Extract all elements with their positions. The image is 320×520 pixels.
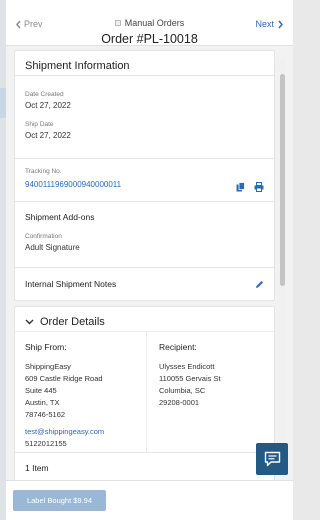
header-title-block: Manual Orders Order #PL-10018: [6, 13, 293, 46]
date-created-label: Date Created: [25, 91, 64, 98]
scrollbar-thumb[interactable]: [280, 74, 285, 286]
scrollbar[interactable]: [279, 60, 286, 460]
panel-header: Prev Manual Orders Order #PL-10018 Next: [6, 0, 293, 46]
internal-notes-row[interactable]: Internal Shipment Notes: [15, 268, 274, 300]
order-details-card: Order Details Ship From: ShippingEasy 60…: [14, 306, 275, 480]
order-details-header[interactable]: Order Details: [15, 307, 274, 332]
pencil-icon[interactable]: [255, 280, 264, 289]
scroll-content: Shipment Information Date Created Oct 27…: [14, 46, 275, 480]
date-created-field: Date Created Oct 27, 2022: [15, 76, 274, 110]
address-line: ShippingEasy: [25, 362, 71, 371]
panel-footer: Label Bought $9.94: [6, 480, 293, 520]
chat-icon: [264, 451, 280, 467]
ship-from-label: Ship From:: [25, 342, 67, 352]
address-line: 110055 Gervais St: [159, 374, 221, 383]
copy-icon[interactable]: [236, 182, 245, 192]
ship-from-contact: test@shippingeasy.com 5122012155: [25, 426, 146, 450]
next-label: Next: [255, 19, 274, 29]
addresses-row: Ship From: ShippingEasy 609 Castle Ridge…: [15, 332, 274, 452]
label-bought-button[interactable]: Label Bought $9.94: [13, 490, 106, 511]
print-icon[interactable]: [254, 182, 264, 192]
internal-notes-title: Internal Shipment Notes: [25, 279, 117, 289]
chat-button[interactable]: [256, 443, 288, 475]
ship-from-phone: 5122012155: [25, 439, 67, 448]
address-line: 609 Castle Ridge Road: [25, 374, 103, 383]
order-source-label: Manual Orders: [124, 18, 185, 28]
address-line: 29208-0001: [159, 398, 200, 407]
tracking-number-link[interactable]: 9400111969000940000011: [25, 180, 264, 189]
address-line: Columbia, SC: [159, 386, 206, 395]
order-details-title: Order Details: [40, 316, 105, 328]
recipient-address: Ulysses Endicott 110055 Gervais St Colum…: [159, 361, 221, 409]
ship-date-field: Ship Date Oct 27, 2022: [15, 110, 274, 158]
chevron-down-icon: [25, 319, 34, 325]
shipment-card-title: Shipment Information: [25, 60, 130, 72]
order-source: Manual Orders: [114, 18, 185, 28]
shipment-addons-section: Shipment Add-ons Confirmation Adult Sign…: [15, 202, 274, 267]
address-line: Ulysses Endicott: [159, 362, 215, 371]
confirmation-value: Adult Signature: [25, 243, 80, 252]
shipment-addons-title: Shipment Add-ons: [25, 212, 95, 222]
address-line: 78746-5162: [25, 410, 66, 419]
address-line: Suite 445: [25, 386, 57, 395]
tracking-label: Tracking No.: [25, 168, 62, 175]
shipment-information-card: Shipment Information Date Created Oct 27…: [14, 50, 275, 301]
shipment-card-header: Shipment Information: [15, 51, 274, 76]
ship-date-label: Ship Date: [25, 121, 54, 128]
tracking-field: Tracking No. 9400111969000940000011: [15, 159, 274, 201]
order-title: Order #PL-10018: [101, 32, 198, 46]
source-icon: [114, 20, 121, 26]
ship-from-email-link[interactable]: test@shippingeasy.com: [25, 426, 146, 438]
ship-from-block: Ship From: ShippingEasy 609 Castle Ridge…: [25, 332, 147, 452]
ship-from-address: ShippingEasy 609 Castle Ridge Road Suite…: [25, 361, 146, 421]
order-detail-panel: Prev Manual Orders Order #PL-10018 Next …: [6, 0, 293, 520]
date-created-value: Oct 27, 2022: [25, 101, 71, 110]
chevron-right-icon: [278, 20, 283, 28]
recipient-label: Recipient:: [159, 342, 197, 352]
ship-date-value: Oct 27, 2022: [25, 131, 71, 140]
confirmation-label: Confirmation: [25, 233, 62, 240]
items-count: 1 Item: [25, 463, 49, 473]
tracking-actions: [236, 182, 264, 192]
next-button[interactable]: Next: [255, 19, 284, 29]
recipient-block: Recipient: Ulysses Endicott 110055 Gerva…: [147, 332, 221, 452]
address-line: Austin, TX: [25, 398, 60, 407]
